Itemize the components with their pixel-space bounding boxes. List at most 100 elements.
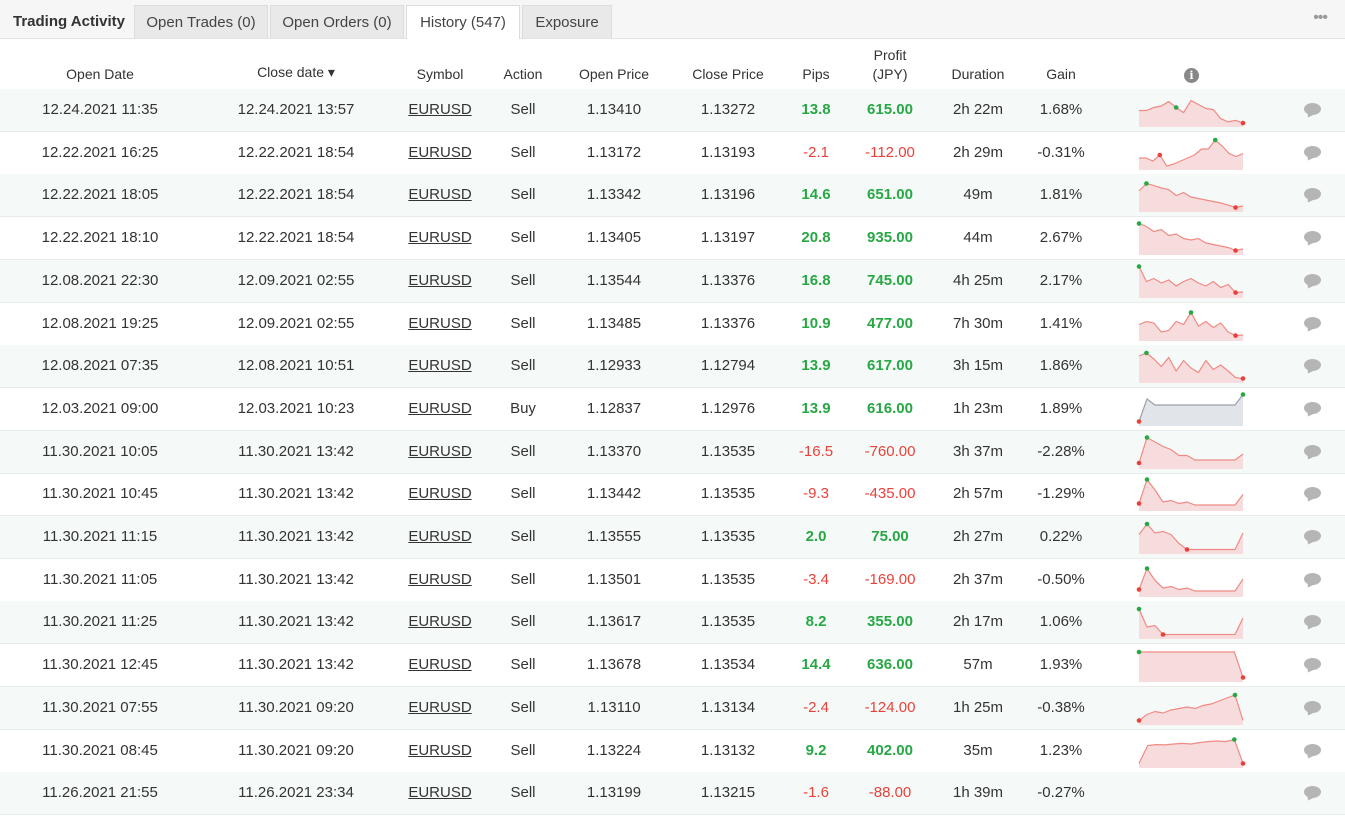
symbol-link[interactable]: EURUSD: [408, 730, 471, 772]
col-profit[interactable]: Profit (JPY): [873, 46, 908, 84]
comment-icon[interactable]: [1304, 572, 1321, 585]
tab-open-trades[interactable]: Open Trades (0): [134, 5, 268, 38]
comment-icon[interactable]: [1304, 273, 1321, 286]
symbol-link[interactable]: EURUSD: [408, 559, 471, 601]
sparkline-max-point: [1136, 221, 1142, 226]
open-price-cell: 1.13485: [586, 314, 642, 332]
table-row[interactable]: 11.30.2021 10:45 11.30.2021 13:42 EURUSD Se…: [0, 473, 1345, 517]
table-row[interactable]: 11.30.2021 11:05 11.30.2021 13:42 EURUSD Se…: [0, 559, 1345, 602]
duration-cell: 1h 25m: [952, 698, 1004, 716]
close-date-cell: 11.30.2021 13:42: [238, 528, 354, 545]
sparkline-min-point: [1240, 675, 1246, 680]
duration-cell: 4h 25m: [952, 271, 1004, 289]
symbol-link[interactable]: EURUSD: [408, 687, 471, 729]
table-row[interactable]: 11.30.2021 07:55 11.30.2021 09:20 EURUSD Se…: [0, 686, 1345, 730]
symbol-link[interactable]: EURUSD: [408, 303, 471, 345]
symbol-link[interactable]: EURUSD: [408, 516, 471, 558]
col-open-price[interactable]: Open Price: [579, 65, 649, 84]
sparkline-max-point: [1240, 392, 1246, 397]
symbol-link[interactable]: EURUSD: [408, 217, 471, 259]
action-cell: Buy: [510, 399, 536, 417]
comment-icon[interactable]: [1304, 145, 1321, 158]
table-row[interactable]: 11.30.2021 10:05 11.30.2021 13:42 EURUSD Se…: [0, 430, 1345, 474]
symbol-link[interactable]: EURUSD: [408, 132, 471, 174]
table-row[interactable]: 12.22.2021 16:25 12.22.2021 18:54 EURUSD Se…: [0, 132, 1345, 175]
symbol-link[interactable]: EURUSD: [408, 601, 471, 643]
table-row[interactable]: 12.24.2021 11:35 12.24.2021 13:57 EURUSD Se…: [0, 89, 1345, 132]
symbol-link[interactable]: EURUSD: [408, 644, 471, 686]
comment-icon[interactable]: [1304, 786, 1321, 799]
table-row[interactable]: 12.08.2021 07:35 12.08.2021 10:51 EURUSD Se…: [0, 345, 1345, 389]
comment-icon[interactable]: [1304, 316, 1321, 329]
col-close-date[interactable]: Close date ▾: [257, 63, 335, 82]
tab-trading-activity[interactable]: Trading Activity: [0, 5, 133, 38]
comment-icon[interactable]: [1304, 743, 1321, 756]
col-duration[interactable]: Duration: [952, 65, 1005, 84]
sparkline-area: [1139, 312, 1243, 341]
trade-sparkline: [1136, 649, 1246, 683]
close-date-cell: 11.30.2021 13:42: [238, 485, 354, 503]
tab-history[interactable]: History (547): [406, 5, 520, 39]
comment-icon[interactable]: [1304, 103, 1321, 115]
close-price-cell: 1.13272: [700, 101, 756, 118]
open-price-cell: 1.13617: [586, 613, 642, 631]
duration-cell: 49m: [963, 186, 993, 204]
table-row[interactable]: 11.30.2021 11:15 11.30.2021 13:42 EURUSD Se…: [0, 516, 1345, 559]
comment-icon[interactable]: [1304, 487, 1321, 500]
tab-exposure[interactable]: Exposure: [522, 5, 612, 38]
table-row[interactable]: 11.30.2021 08:45 11.30.2021 09:20 EURUSD Se…: [0, 730, 1345, 773]
table-row[interactable]: 12.03.2021 09:00 12.03.2021 10:23 EURUSD Bu…: [0, 388, 1345, 431]
close-price-cell: 1.13215: [700, 784, 756, 802]
sparkline-min-point: [1233, 332, 1238, 338]
symbol-link[interactable]: EURUSD: [408, 260, 471, 302]
table-row[interactable]: 11.26.2021 21:55 11.26.2021 23:34 EURUSD Se…: [0, 772, 1345, 816]
pips-cell: -9.3: [803, 485, 829, 503]
tab-open-orders[interactable]: Open Orders (0): [270, 5, 404, 38]
col-close-price[interactable]: Close Price: [692, 65, 764, 84]
symbol-link[interactable]: EURUSD: [408, 388, 471, 430]
table-row[interactable]: 12.22.2021 18:05 12.22.2021 18:54 EURUSD Se…: [0, 174, 1345, 218]
pips-cell: 13.9: [801, 399, 831, 417]
comment-icon[interactable]: [1304, 188, 1321, 201]
symbol-link[interactable]: EURUSD: [408, 772, 471, 814]
col-pips[interactable]: Pips: [802, 65, 829, 84]
open-date-cell: 11.30.2021 07:55: [42, 698, 158, 716]
gain-cell: -0.31%: [1037, 143, 1085, 161]
profit-cell: 636.00: [867, 656, 913, 674]
more-options-icon[interactable]: •••: [1313, 9, 1328, 27]
comment-icon[interactable]: [1304, 615, 1321, 628]
action-cell: Sell: [510, 784, 536, 802]
table-row[interactable]: 11.30.2021 12:45 11.30.2021 13:42 EURUSD Se…: [0, 644, 1345, 688]
tab-bar: Trading Activity Open Trades (0) Open Or…: [0, 0, 1345, 39]
table-row[interactable]: 12.22.2021 18:10 12.22.2021 18:54 EURUSD Se…: [0, 217, 1345, 261]
close-price-cell: 1.13134: [700, 698, 756, 716]
symbol-link[interactable]: EURUSD: [408, 473, 471, 515]
symbol-link[interactable]: EURUSD: [408, 345, 471, 387]
comment-icon[interactable]: [1304, 231, 1321, 244]
table-row[interactable]: 12.08.2021 22:30 12.09.2021 02:55 EURUSD Se…: [0, 259, 1345, 303]
comment-icon[interactable]: [1304, 401, 1321, 414]
gain-cell: 1.86%: [1039, 357, 1083, 375]
pips-cell: 20.8: [801, 229, 831, 247]
open-price-cell: 1.13410: [586, 101, 642, 118]
close-date-cell: 11.30.2021 13:42: [238, 656, 354, 674]
col-open-date[interactable]: Open Date: [66, 65, 134, 84]
action-cell: Sell: [510, 570, 536, 588]
comment-icon[interactable]: [1304, 530, 1321, 542]
symbol-link[interactable]: EURUSD: [408, 431, 471, 473]
table-row[interactable]: 11.30.2021 11:25 11.30.2021 13:42 EURUSD Se…: [0, 601, 1345, 645]
comment-icon[interactable]: [1304, 700, 1321, 713]
symbol-link[interactable]: EURUSD: [408, 174, 471, 216]
comment-icon[interactable]: [1304, 359, 1321, 372]
info-icon[interactable]: i: [1184, 68, 1199, 83]
action-cell: Sell: [510, 271, 536, 289]
comment-icon[interactable]: [1304, 444, 1321, 457]
col-gain[interactable]: Gain: [1046, 65, 1076, 84]
duration-cell: 2h 27m: [952, 528, 1004, 545]
symbol-link[interactable]: EURUSD: [408, 89, 471, 131]
sparkline-max-point: [1144, 181, 1149, 187]
col-symbol[interactable]: Symbol: [417, 65, 464, 84]
col-action[interactable]: Action: [504, 65, 543, 84]
comment-icon[interactable]: [1304, 658, 1321, 671]
table-row[interactable]: 12.08.2021 19:25 12.09.2021 02:55 EURUSD Se…: [0, 303, 1345, 346]
